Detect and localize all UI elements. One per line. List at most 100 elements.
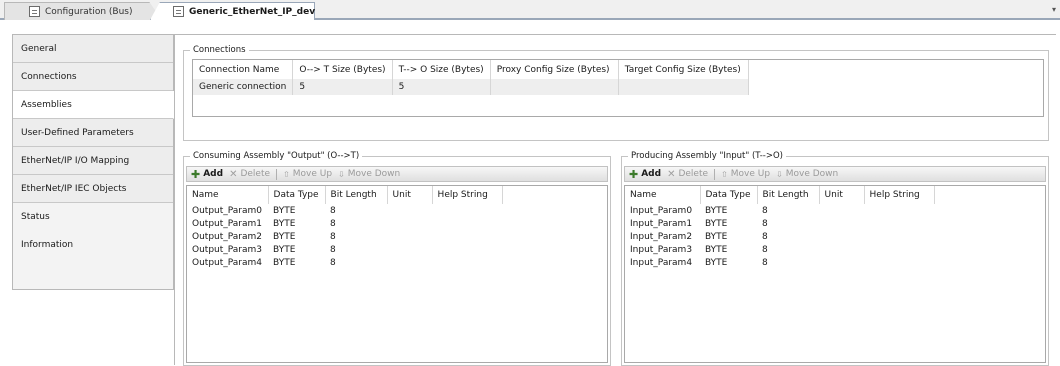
table-row[interactable]: Output_Param4 BYTE 8 <box>187 256 502 269</box>
table-cell <box>864 217 934 230</box>
sidebar-item-user-defined-parameters[interactable]: User-Defined Parameters <box>13 119 173 147</box>
consuming-assembly-table: Name Data Type Bit Length Unit Help Stri… <box>186 185 608 363</box>
table-cell: 8 <box>330 218 336 229</box>
table-row[interactable]: Input_Param2 BYTE 8 <box>625 230 934 243</box>
tab-label: Generic_EtherNet_IP_device <box>189 6 330 17</box>
table-row[interactable]: Output_Param0 BYTE 8 <box>187 204 502 217</box>
table-cell <box>387 230 432 243</box>
close-icon[interactable]: x <box>341 5 348 18</box>
table-row[interactable]: Output_Param2 BYTE 8 <box>187 230 502 243</box>
table-header-row: Name Data Type Bit Length Unit Help Stri… <box>625 186 935 204</box>
table-cell: Output_Param2 <box>192 231 263 242</box>
sidebar-item-general[interactable]: General <box>13 35 173 63</box>
move-up-button[interactable]: ⇧ Move Up <box>283 169 332 179</box>
add-button[interactable]: ✚ Add <box>191 168 223 181</box>
table-cell: BYTE <box>705 257 728 268</box>
table-cell: BYTE <box>705 231 728 242</box>
consuming-assembly-group: Consuming Assembly "Output" (O-->T) ✚ Add… <box>183 151 611 366</box>
table-cell <box>819 243 864 256</box>
table-row[interactable]: Output_Param1 BYTE 8 <box>187 217 502 230</box>
table-cell: 8 <box>762 244 768 255</box>
table-cell <box>387 243 432 256</box>
move-up-button[interactable]: ⇧ Move Up <box>721 169 770 179</box>
column-header[interactable]: Name <box>187 186 269 204</box>
sidebar-item-connections[interactable]: Connections <box>13 63 173 91</box>
arrow-up-icon: ⇧ <box>283 169 290 179</box>
table-cell: BYTE <box>705 218 728 229</box>
table-cell: Output_Param0 <box>192 205 263 216</box>
producing-assembly-title: Producing Assembly "Input" (T-->O) <box>631 151 783 161</box>
column-header[interactable]: Bit Length <box>325 186 388 204</box>
column-header[interactable]: Target Config Size (Bytes) <box>618 60 749 79</box>
table-row[interactable]: Output_Param3 BYTE 8 <box>187 243 502 256</box>
table-cell: Input_Param0 <box>630 205 693 216</box>
table-header-row: Name Data Type Bit Length Unit Help Stri… <box>187 186 503 204</box>
move-down-label: Move Down <box>347 169 401 179</box>
sidebar-item-information[interactable]: Information <box>13 231 173 259</box>
sidebar-item-ethernetip-iec-objects[interactable]: EtherNet/IP IEC Objects <box>13 175 173 203</box>
column-header[interactable]: Name <box>625 186 701 204</box>
table-row[interactable]: Input_Param4 BYTE 8 <box>625 256 934 269</box>
table-cell <box>387 256 432 269</box>
delete-label: Delete <box>678 169 709 179</box>
sidebar-item-label: User-Defined Parameters <box>21 128 134 138</box>
add-label: Add <box>203 169 224 179</box>
table-cell <box>864 256 934 269</box>
table-row[interactable]: Generic connection 5 5 <box>193 79 749 95</box>
table-cell: Generic connection <box>193 79 294 95</box>
sidebar-item-label: General <box>21 44 57 54</box>
add-button[interactable]: ✚ Add <box>629 168 661 181</box>
delete-button[interactable]: ✕ Delete <box>229 169 270 180</box>
sidebar-item-label: EtherNet/IP IEC Objects <box>21 184 127 194</box>
column-header[interactable]: Unit <box>387 186 433 204</box>
editor-tab-strip: Configuration (Bus) Generic_EtherNet_IP_… <box>0 0 1060 20</box>
table-cell: BYTE <box>273 231 296 242</box>
table-cell: BYTE <box>273 218 296 229</box>
sidebar-item-status[interactable]: Status <box>13 203 173 231</box>
sidebar-item-ethernetip-io-mapping[interactable]: EtherNet/IP I/O Mapping <box>13 147 173 175</box>
table-row[interactable]: Input_Param1 BYTE 8 <box>625 217 934 230</box>
table-cell <box>432 204 502 217</box>
table-cell: Input_Param2 <box>630 231 693 242</box>
table-cell: Output_Param3 <box>192 244 263 255</box>
delete-label: Delete <box>240 169 271 179</box>
column-header[interactable]: Unit <box>819 186 865 204</box>
column-header[interactable]: Help String <box>864 186 935 204</box>
move-down-button[interactable]: ⇩ Move Down <box>338 169 400 179</box>
connections-table: Connection Name O--> T Size (Bytes) T-->… <box>192 59 1044 117</box>
table-cell <box>618 79 749 95</box>
tab-label: Configuration (Bus) <box>45 6 133 17</box>
column-header[interactable]: Data Type <box>700 186 758 204</box>
sidebar-item-assemblies[interactable]: Assemblies <box>13 91 174 119</box>
column-header[interactable]: Bit Length <box>757 186 820 204</box>
column-header[interactable]: Proxy Config Size (Bytes) <box>490 60 619 79</box>
column-header[interactable]: O--> T Size (Bytes) <box>292 60 393 79</box>
column-header[interactable]: T--> O Size (Bytes) <box>392 60 491 79</box>
connections-group-title: Connections <box>193 45 246 55</box>
move-down-label: Move Down <box>785 169 839 179</box>
chevron-down-icon[interactable]: ▾ <box>1052 5 1056 14</box>
sidebar-item-label: Connections <box>21 72 77 82</box>
column-header[interactable]: Connection Name <box>193 60 294 79</box>
table-cell: Input_Param4 <box>630 257 693 268</box>
table-cell: 8 <box>330 205 336 216</box>
table-cell <box>864 204 934 217</box>
toolbar-separator <box>276 168 278 180</box>
table-cell <box>864 243 934 256</box>
table-cell <box>864 230 934 243</box>
tab-generic-ethernet-ip-device[interactable]: Generic_EtherNet_IP_device x <box>150 2 315 20</box>
table-row[interactable]: Input_Param3 BYTE 8 <box>625 243 934 256</box>
sidebar-item-label: Status <box>21 212 50 222</box>
column-header[interactable]: Help String <box>432 186 503 204</box>
delete-button[interactable]: ✕ Delete <box>667 169 708 180</box>
table-cell <box>387 217 432 230</box>
table-header-row: Connection Name O--> T Size (Bytes) T-->… <box>193 60 749 79</box>
table-row[interactable]: Input_Param0 BYTE 8 <box>625 204 934 217</box>
column-header[interactable]: Data Type <box>268 186 326 204</box>
table-cell <box>490 79 619 95</box>
add-icon: ✚ <box>629 167 639 181</box>
move-down-button[interactable]: ⇩ Move Down <box>776 169 838 179</box>
tab-configuration-bus[interactable]: Configuration (Bus) <box>4 2 162 20</box>
table-cell: 8 <box>330 244 336 255</box>
sidebar-item-label: EtherNet/IP I/O Mapping <box>21 156 130 166</box>
